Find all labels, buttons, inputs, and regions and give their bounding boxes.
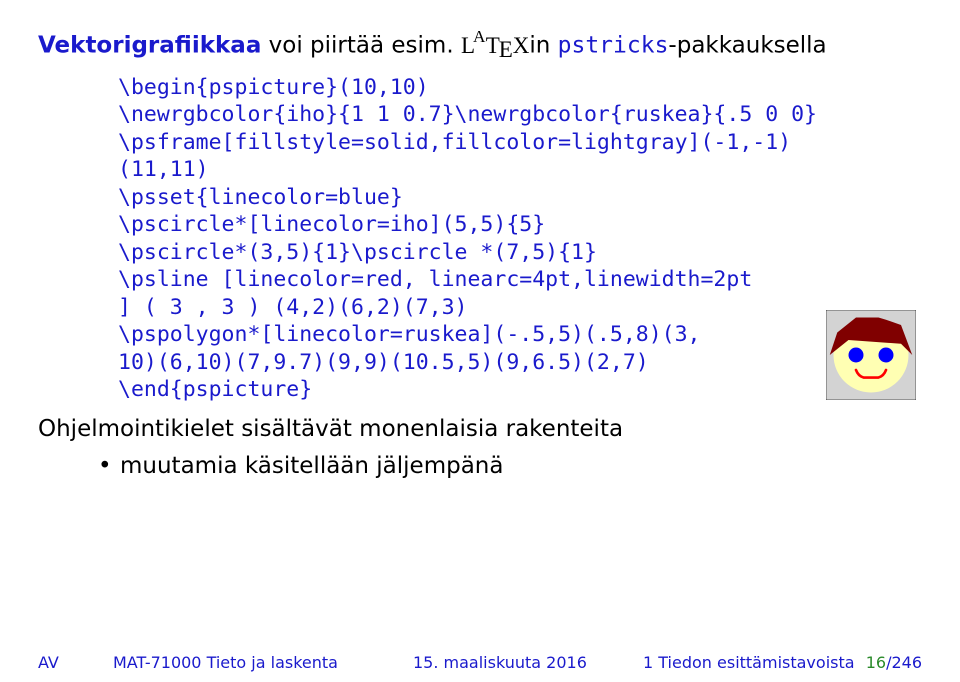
slide-footer: AV MAT-71000 Tieto ja laskenta 15. maali… bbox=[38, 653, 922, 672]
footer-date: 15. maaliskuuta 2016 bbox=[413, 653, 643, 672]
heading-rest2: in bbox=[529, 33, 557, 59]
heading-bold: Vektorigrafiikkaa bbox=[38, 33, 261, 59]
heading-rest3: -pakkauksella bbox=[668, 33, 826, 59]
eye-right bbox=[879, 348, 894, 363]
footer-section: 1 Tiedon esittämistavoista bbox=[643, 653, 858, 672]
slide-heading: Vektorigrafiikkaa voi piirtää esim. LATE… bbox=[38, 28, 922, 62]
footer-page: 16/246 bbox=[858, 653, 922, 672]
pstricks-figure bbox=[826, 310, 916, 400]
heading-rest1: voi piirtää esim. bbox=[261, 33, 461, 59]
footer-page-current: 16 bbox=[866, 653, 886, 672]
code-block: \begin{pspicture}(10,10) \newrgbcolor{ih… bbox=[118, 74, 818, 404]
footer-author: AV bbox=[38, 653, 113, 672]
eye-left bbox=[849, 348, 864, 363]
body-line: Ohjelmointikielet sisältävät monenlaisia… bbox=[38, 416, 922, 442]
list-item: muutamia käsitellään jäljempänä bbox=[98, 450, 922, 482]
footer-course: MAT-71000 Tieto ja laskenta bbox=[113, 653, 413, 672]
latex-logo: LATEX bbox=[461, 33, 529, 58]
footer-page-total: 246 bbox=[891, 653, 922, 672]
bullet-list: muutamia käsitellään jäljempänä bbox=[98, 450, 922, 482]
heading-tt: pstricks bbox=[558, 33, 669, 59]
